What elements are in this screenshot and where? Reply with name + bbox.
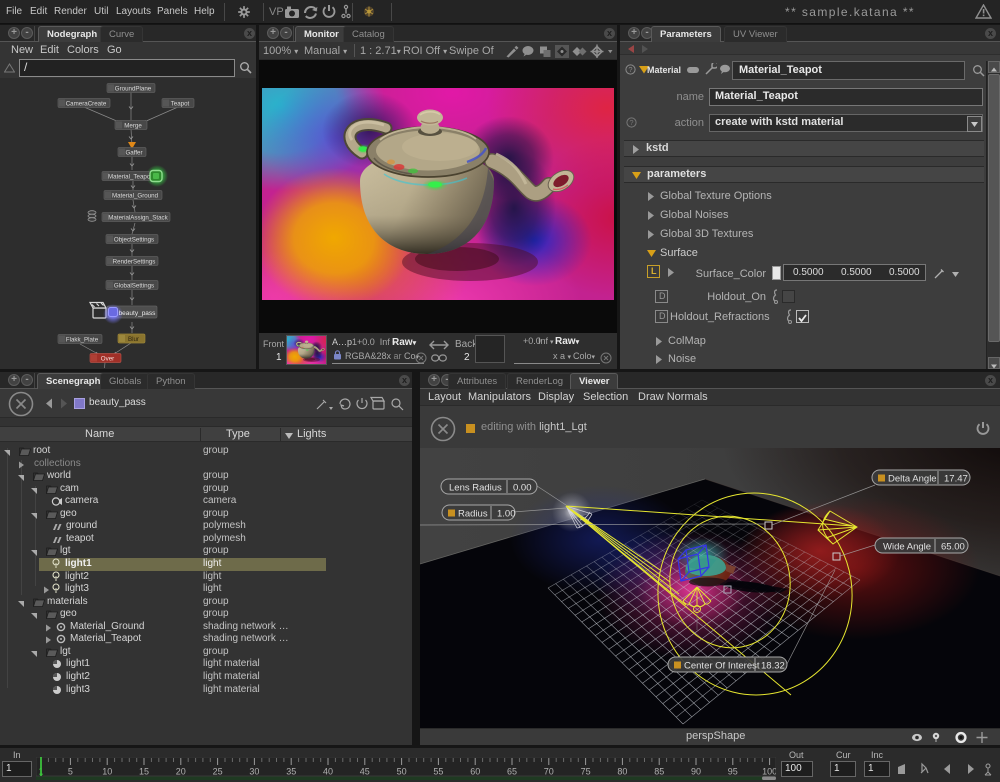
svg-text:Material_Teapot: Material_Teapot <box>108 173 152 180</box>
svg-text:Wide Angle: Wide Angle <box>883 542 931 553</box>
svg-text:CameraCreate: CameraCreate <box>66 100 107 107</box>
svg-text:40: 40 <box>323 767 333 777</box>
svg-text:25: 25 <box>213 767 223 777</box>
svg-text:Center Of Interest: Center Of Interest <box>684 661 760 672</box>
svg-text:50: 50 <box>397 767 407 777</box>
svg-text:Merge: Merge <box>124 122 142 129</box>
svg-text:75: 75 <box>581 767 591 777</box>
svg-text:MaterialAssign_Stack: MaterialAssign_Stack <box>108 214 168 221</box>
svg-text:Delta Angle: Delta Angle <box>888 474 937 485</box>
svg-text:Over: Over <box>101 355 114 362</box>
svg-text:1: 1 <box>38 767 43 777</box>
svg-text:80: 80 <box>617 767 627 777</box>
svg-text:Lens Radius: Lens Radius <box>449 483 502 494</box>
svg-text:55: 55 <box>433 767 443 777</box>
svg-text:?: ? <box>628 65 632 74</box>
svg-text:90: 90 <box>691 767 701 777</box>
svg-text:17.47: 17.47 <box>944 474 968 485</box>
svg-text:Blur: Blur <box>128 336 139 343</box>
svg-text:GroundPlane: GroundPlane <box>115 85 152 92</box>
svg-text:?: ? <box>629 118 633 127</box>
svg-text:RenderSettings: RenderSettings <box>113 258 156 265</box>
svg-text:Flakk_Plate: Flakk_Plate <box>66 336 99 343</box>
svg-text:15: 15 <box>139 767 149 777</box>
svg-text:Material_Ground: Material_Ground <box>112 192 159 199</box>
svg-text:65.00: 65.00 <box>941 542 965 553</box>
svg-text:60: 60 <box>470 767 480 777</box>
svg-text:70: 70 <box>544 767 554 777</box>
svg-text:Gaffer: Gaffer <box>125 149 142 156</box>
svg-text:0.00: 0.00 <box>513 483 532 494</box>
svg-text:20: 20 <box>176 767 186 777</box>
svg-text:1.00: 1.00 <box>497 509 516 520</box>
svg-text:85: 85 <box>654 767 664 777</box>
svg-text:Teapot: Teapot <box>171 100 190 107</box>
svg-text:65: 65 <box>507 767 517 777</box>
svg-text:beauty_pass: beauty_pass <box>119 310 157 317</box>
svg-text:100: 100 <box>762 767 776 777</box>
svg-text:18.32: 18.32 <box>761 661 785 672</box>
svg-text:45: 45 <box>360 767 370 777</box>
svg-text:ObjectSettings: ObjectSettings <box>114 236 154 243</box>
svg-text:Radius: Radius <box>458 509 488 520</box>
svg-text:35: 35 <box>286 767 296 777</box>
svg-text:10: 10 <box>102 767 112 777</box>
svg-text:95: 95 <box>728 767 738 777</box>
svg-text:30: 30 <box>249 767 259 777</box>
svg-text:5: 5 <box>68 767 73 777</box>
svg-text:GlobalSettings: GlobalSettings <box>114 282 154 289</box>
